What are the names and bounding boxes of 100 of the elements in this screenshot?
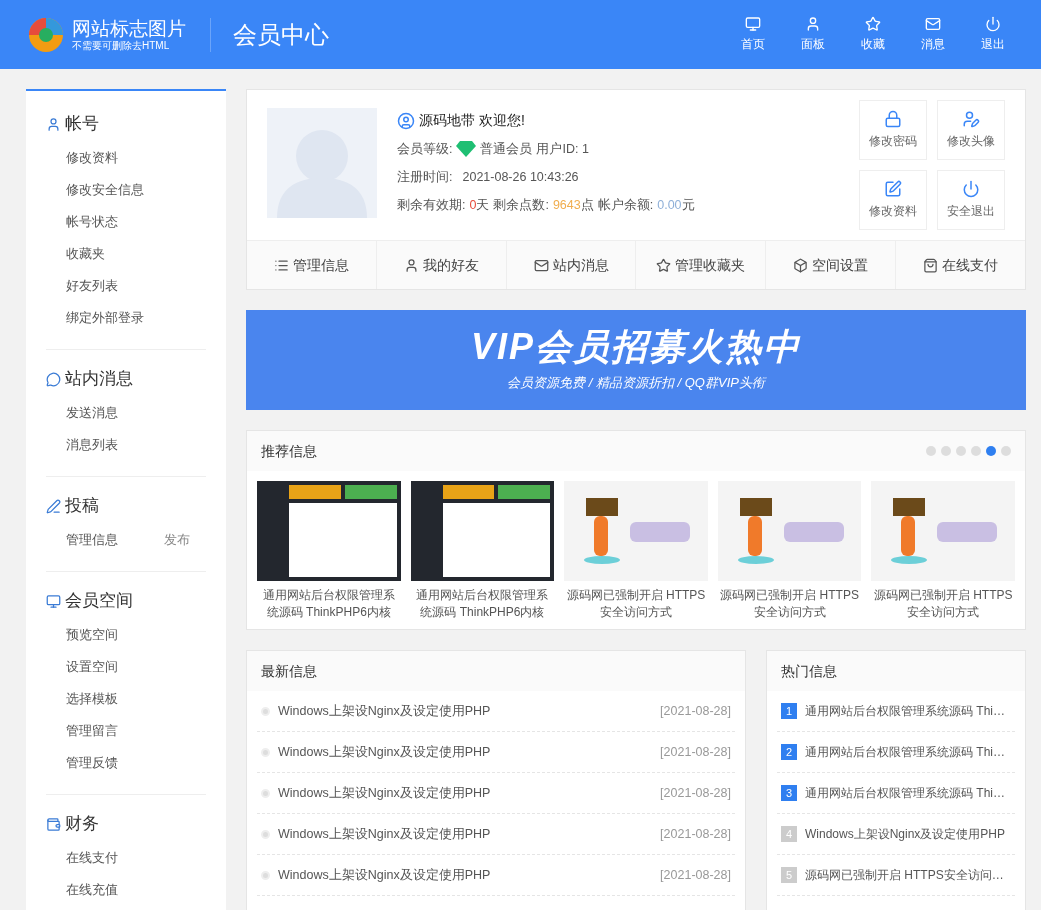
sidebar-link[interactable]: 发送消息 xyxy=(66,403,118,423)
action-button[interactable]: 修改头像 xyxy=(937,100,1005,160)
quick-tab[interactable]: 站内消息 xyxy=(505,241,636,289)
banner-subtitle: 会员资源免费 / 精品资源折扣 / QQ群VIP头衔 xyxy=(507,374,765,393)
nav-link[interactable]: 消息 xyxy=(913,16,953,53)
recommend-item[interactable]: 源码网已强制开启 HTTPS 安全访问方式 xyxy=(717,481,862,621)
sidebar-link[interactable]: 预览空间 xyxy=(66,625,118,645)
recommend-item[interactable]: 源码网已强制开启 HTTPS 安全访问方式 xyxy=(564,481,708,621)
sidebar-link[interactable]: 选择模板 xyxy=(66,689,118,709)
rank-badge: 1 xyxy=(781,703,797,719)
sidebar-link[interactable]: 帐号状态 xyxy=(66,212,118,232)
bullet-icon xyxy=(261,788,270,798)
register-label: 注册时间: xyxy=(397,168,453,186)
bag-icon xyxy=(923,257,939,273)
article-link[interactable]: 通用网站后台权限管理系统源码 Thi… xyxy=(805,702,1005,720)
star-icon xyxy=(865,16,881,32)
article-link[interactable]: Windows上架设Nginx及设定使用PHP xyxy=(278,701,491,721)
user-icon xyxy=(46,116,61,132)
sidebar-link[interactable]: 收藏夹 xyxy=(66,244,105,264)
item-title: 通用网站后台权限管理系统源码 ThinkPHP6内核 xyxy=(415,587,550,621)
box-icon xyxy=(793,257,809,273)
quick-tab[interactable]: 管理收藏夹 xyxy=(635,241,766,289)
member-level: 普通会员 xyxy=(480,141,533,158)
recommend-item[interactable]: 通用网站后台权限管理系统源码 ThinkPHP6内核 xyxy=(410,481,555,621)
user-edit-icon xyxy=(962,110,980,128)
sidebar-link[interactable]: 绑定外部登录 xyxy=(66,308,144,328)
pen-icon xyxy=(46,498,61,514)
rank-badge: 2 xyxy=(781,744,797,760)
bullet-icon xyxy=(261,870,270,880)
power-icon xyxy=(985,16,1001,32)
validity-label: 剩余有效期: xyxy=(397,196,466,214)
sidebar-link[interactable]: 修改安全信息 xyxy=(66,180,144,200)
article-link[interactable]: Windows上架设Nginx及设定使用PHP xyxy=(805,825,1006,843)
article-link[interactable]: 源码网已强制开启 HTTPS安全访问… xyxy=(805,866,1004,884)
sidebar-link[interactable]: 管理留言 xyxy=(66,721,118,741)
points-value: 9643点 xyxy=(552,196,594,214)
nav-link[interactable]: 退出 xyxy=(973,16,1013,53)
article-link[interactable]: Windows上架设Nginx及设定使用PHP xyxy=(278,783,491,803)
quick-tab[interactable]: 管理信息 xyxy=(247,241,376,289)
edit-icon xyxy=(884,180,902,198)
monitor-icon xyxy=(745,16,761,32)
logo-icon xyxy=(28,16,64,53)
article-date: [2021-08-28] xyxy=(660,784,731,802)
section-title: 帐号 xyxy=(65,113,99,136)
register-time: 2021-08-26 10:43:26 xyxy=(462,168,579,186)
nav-link[interactable]: 收藏 xyxy=(853,16,893,53)
mail-icon xyxy=(533,257,549,273)
section-title: 会员空间 xyxy=(65,590,133,613)
quick-tab[interactable]: 在线支付 xyxy=(895,241,1025,289)
points-label: 剩余点数: xyxy=(493,196,549,214)
quick-tab[interactable]: 我的好友 xyxy=(375,241,506,289)
nav-link[interactable]: 首页 xyxy=(733,16,773,53)
sidebar-link[interactable]: 在线支付 xyxy=(66,848,118,868)
article-date: [2021-08-28] xyxy=(660,866,731,884)
recommend-item[interactable]: 通用网站后台权限管理系统源码 ThinkPHP6内核 xyxy=(257,481,401,621)
lock-icon xyxy=(884,110,902,128)
star-icon xyxy=(656,257,672,273)
sidebar-link[interactable]: 在线充值 xyxy=(66,880,118,900)
sidebar-link[interactable]: 消息列表 xyxy=(66,435,118,455)
chat-icon xyxy=(46,371,61,387)
article-link[interactable]: Windows上架设Nginx及设定使用PHP xyxy=(278,824,491,844)
article-link[interactable]: 通用网站后台权限管理系统源码 Thi… xyxy=(805,743,1005,761)
item-title: 通用网站后台权限管理系统源码 ThinkPHP6内核 xyxy=(261,587,396,621)
article-link[interactable]: Windows上架设Nginx及设定使用PHP xyxy=(278,865,491,885)
section-title: 财务 xyxy=(65,813,99,836)
validity-value: 0天 xyxy=(469,196,490,214)
sidebar-link[interactable]: 设置空间 xyxy=(66,657,118,677)
action-button[interactable]: 修改密码 xyxy=(859,100,927,160)
item-title: 源码网已强制开启 HTTPS 安全访问方式 xyxy=(719,587,860,621)
balance-value: 0.00元 xyxy=(657,196,695,214)
item-title: 源码网已强制开启 HTTPS 安全访问方式 xyxy=(872,587,1014,621)
sidebar-link[interactable]: 管理反馈 xyxy=(66,753,118,773)
logo-subtext: 不需要可删除去HTML xyxy=(72,40,171,51)
mail-icon xyxy=(925,16,941,32)
card-title: 最新信息 xyxy=(261,661,317,681)
action-button[interactable]: 安全退出 xyxy=(937,170,1005,230)
wallet-icon xyxy=(46,816,61,832)
article-date: [2021-08-28] xyxy=(660,743,731,761)
user-id: 用户ID: 1 xyxy=(536,141,589,158)
quick-tab[interactable]: 空间设置 xyxy=(765,241,896,289)
section-title: 投稿 xyxy=(65,495,99,518)
section-title: 站内消息 xyxy=(65,368,133,391)
sidebar-link[interactable]: 修改资料 xyxy=(66,148,118,168)
diamond-icon xyxy=(456,141,477,158)
card-title: 热门信息 xyxy=(781,661,837,681)
nav-link[interactable]: 面板 xyxy=(793,16,833,53)
bullet-icon xyxy=(261,829,270,839)
bullet-icon xyxy=(261,747,270,757)
banner-title: VIP会员招募火热中 xyxy=(471,327,801,368)
article-link[interactable]: 通用网站后台权限管理系统源码 Thi… xyxy=(805,784,1005,802)
logo-text: 网站标志图片 xyxy=(72,18,186,40)
sidebar-link[interactable]: 管理信息 xyxy=(66,530,118,550)
article-date: [2021-08-28] xyxy=(660,702,731,720)
card-title: 推荐信息 xyxy=(261,441,317,461)
action-button[interactable]: 修改资料 xyxy=(859,170,927,230)
sidebar-link[interactable]: 好友列表 xyxy=(66,276,118,296)
article-link[interactable]: Windows上架设Nginx及设定使用PHP xyxy=(278,742,491,762)
recommend-item[interactable]: 源码网已强制开启 HTTPS 安全访问方式 xyxy=(871,481,1015,621)
publish-link[interactable]: 发布 xyxy=(164,530,190,550)
user-icon xyxy=(805,16,821,32)
